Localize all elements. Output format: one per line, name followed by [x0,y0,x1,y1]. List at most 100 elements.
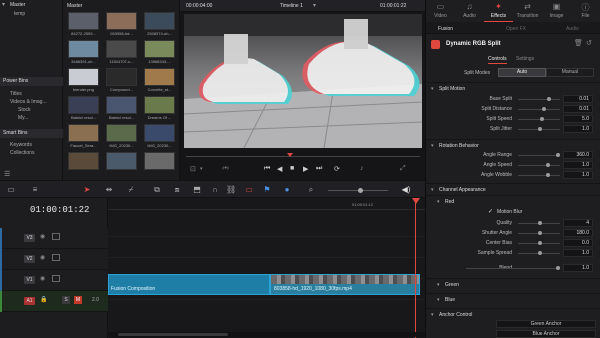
check-icon[interactable]: ✓ [488,209,493,215]
smart-bins-header[interactable]: Smart Bins [0,129,63,138]
media-thumbnail[interactable] [68,40,99,58]
sound-icon[interactable]: ♪ [360,165,364,172]
blade-tool-icon[interactable]: ⌿ [126,185,136,195]
slider-knob[interactable] [546,173,550,177]
param-value-field[interactable]: 5.0 [563,115,593,123]
chevron-down-icon[interactable]: ▾ [200,166,203,172]
position-lock-icon[interactable]: ▭ [244,185,254,195]
inspector-tab-video[interactable]: ▭ Video [426,0,455,22]
inspector-tab-effects[interactable]: ✦ Effects [484,0,513,22]
lock-icon[interactable]: 🔒 [40,296,47,303]
section-channel-appearance[interactable]: ▾ Channel Appearance [426,183,600,194]
chevron-down-icon[interactable]: ▾ [437,199,440,205]
section-anchor-control[interactable]: ▾ Anchor Control [426,308,600,319]
lock-icon[interactable]: ◉ [40,233,45,240]
chevron-down-icon[interactable]: ▾ [313,2,316,9]
track-visibility-icon[interactable] [52,275,60,282]
temp-bin-label[interactable]: temp [14,11,25,17]
track-lane[interactable] [108,237,425,258]
playhead-marker[interactable] [287,153,293,157]
media-thumbnail[interactable] [144,12,175,30]
slider-knob[interactable] [540,117,544,121]
master-bin-label[interactable]: Master [10,2,25,8]
slider-knob[interactable] [538,241,542,245]
param-slider[interactable] [518,107,560,111]
inspector-tab-transition[interactable]: ⇄ Transition [513,0,542,22]
chevron-down-icon[interactable]: ▾ [431,187,434,193]
slider-knob[interactable] [538,251,542,255]
inspector-tab-file[interactable]: ⓘ File [571,0,600,22]
zoom-icon[interactable]: ⌕ [306,185,316,195]
crop-icon[interactable]: ⊡ [190,165,196,173]
delete-icon[interactable]: 🗑 [574,39,583,47]
subtab-openfx[interactable]: Open FX [506,26,526,32]
track-label[interactable]: A1 [24,297,35,305]
marker-icon[interactable]: ● [282,185,292,195]
param-value-field[interactable]: 0.01 [563,105,593,113]
track-label[interactable]: V2 [24,255,35,263]
layout-icon[interactable]: ▭ [6,185,16,195]
media-thumbnail[interactable] [68,152,99,170]
fullscreen-icon[interactable]: ⤢ [400,165,406,173]
link-icon[interactable]: ⛓ [226,185,236,195]
overwrite-clip-icon[interactable]: ⧈ [172,185,182,195]
section-red[interactable]: ▾ Red [426,195,600,206]
volume-icon[interactable]: ◀) [401,185,411,195]
track-visibility-icon[interactable] [52,233,60,240]
lock-icon[interactable]: ◉ [40,254,45,261]
snapping-icon[interactable]: ∩ [210,185,220,195]
lock-icon[interactable]: ◉ [40,275,45,282]
rewind-icon[interactable]: ◀ [277,165,282,173]
chevron-down-icon[interactable]: ▾ [437,297,440,303]
track-visibility-icon[interactable] [52,254,60,261]
trim-tool-icon[interactable]: ⇹ [104,185,114,195]
slider-knob[interactable] [556,153,560,157]
media-thumbnail[interactable] [106,12,137,30]
zoom-slider-knob[interactable] [358,188,363,193]
media-thumbnail[interactable] [144,68,175,86]
track-label[interactable]: V1 [24,276,35,284]
smart-bin-item[interactable]: Collections [0,149,63,157]
media-thumbnail[interactable] [106,40,137,58]
video-frame[interactable] [184,14,422,148]
subtab-fusion[interactable]: Fusion [438,26,453,32]
chevron-down-icon[interactable]: ▾ [431,312,434,318]
param-value-field[interactable]: 1.0 [563,125,593,133]
power-bin-item[interactable]: My... [0,114,63,122]
param-value-field[interactable]: 360.0 [563,151,593,159]
jog-icon[interactable]: ‹•› [222,165,229,172]
param-slider[interactable] [518,173,560,177]
param-value-field[interactable]: 4 [563,219,593,227]
inspector-tab-audio[interactable]: ♫ Audio [455,0,484,22]
slider-knob[interactable] [538,231,542,235]
chevron-down-icon[interactable]: ▾ [437,282,440,288]
timeline-scrollbar[interactable] [108,332,425,337]
smart-bin-item[interactable]: Keywords [0,141,63,149]
viewer-scrubber[interactable] [186,156,420,157]
param-value-field[interactable]: 0.0 [563,239,593,247]
media-thumbnail[interactable] [68,68,99,86]
media-thumbnail[interactable] [68,124,99,142]
media-thumbnail[interactable] [106,68,137,86]
param-slider[interactable] [518,251,560,255]
timeline-tracks[interactable]: 01:00:01:12 Fusion Composition 803858-hd… [108,198,425,338]
settings-icon[interactable]: ≡ [30,185,40,195]
param-slider[interactable] [518,241,560,245]
media-thumbnail[interactable] [68,96,99,114]
track-lane[interactable] [108,216,425,237]
viewer-zoom-timecode[interactable]: 00:00:04:00 [186,3,212,9]
param-value-field[interactable]: 1.0 [563,249,593,257]
fusion-composition-clip[interactable]: Fusion Composition [108,274,270,295]
flag-icon[interactable]: ⚑ [262,185,272,195]
media-thumbnail[interactable] [106,96,137,114]
param-value-field[interactable]: 180.0 [563,229,593,237]
tab-settings[interactable]: Settings [516,56,534,62]
slider-knob[interactable] [538,127,542,131]
playhead-marker[interactable] [412,198,420,204]
slider-knob[interactable] [547,97,551,101]
media-thumbnail[interactable] [68,12,99,30]
first-frame-icon[interactable]: ⏮ [264,165,270,173]
anchor-row[interactable]: Green Anchor [496,320,596,328]
inspector-tab-image[interactable]: ▣ Image [542,0,571,22]
insert-clip-icon[interactable]: ⧉ [152,185,162,195]
